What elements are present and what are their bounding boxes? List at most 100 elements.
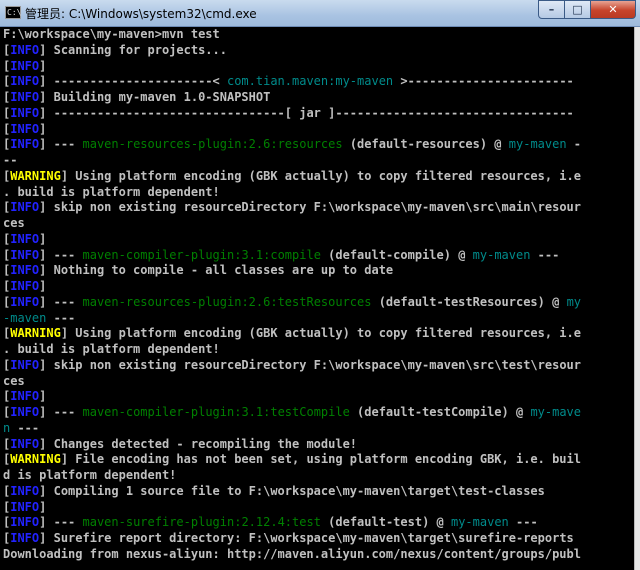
log-level-info: INFO — [10, 389, 40, 404]
console-line: [WARNING] Using platform encoding (GBK a… — [0, 169, 634, 185]
console-text: F:\workspace\my-maven>mvn test — [3, 27, 220, 41]
log-level-info: INFO — [10, 200, 40, 215]
console-line: [INFO] — [0, 122, 634, 138]
log-level-info: INFO — [10, 483, 40, 498]
console-line: [INFO] --- maven-compiler-plugin:3.1:com… — [0, 248, 634, 264]
artifact-name: my-maven — [450, 515, 509, 530]
log-level-info: INFO — [10, 121, 40, 136]
window-controls: – □ ✕ — [538, 0, 636, 19]
console-text: ces — [3, 216, 25, 230]
log-level-info: INFO — [10, 405, 40, 419]
log-level-info: INFO — [10, 74, 40, 89]
console-line: d is platform dependent! — [0, 468, 634, 484]
console-text: - — [566, 137, 582, 152]
log-level-info: INFO — [10, 137, 40, 152]
console-line: [INFO] — [0, 500, 634, 516]
console-text: ] — [39, 389, 47, 404]
log-level-warning: WARNING — [10, 168, 61, 183]
console-text: ] File encoding has not been set, using … — [60, 452, 581, 467]
console-line: -- — [0, 153, 634, 169]
log-level-info: INFO — [10, 58, 40, 73]
log-level-warning: WARNING — [10, 326, 61, 341]
console-line: [INFO] — [0, 279, 634, 295]
console-line: [INFO] — [0, 389, 634, 405]
console-text: (default-testCompile) @ — [349, 405, 531, 419]
console-text: ] --- — [39, 294, 83, 309]
artifact-name: my-maven — [472, 247, 531, 262]
log-level-info: INFO — [10, 105, 40, 120]
console-text: ] Building my-maven 1.0-SNAPSHOT — [39, 90, 271, 104]
console-text: ] — [39, 499, 47, 514]
console-line: F:\workspace\my-maven>mvn test — [0, 27, 634, 43]
console-text: ] --- — [39, 515, 83, 530]
console-text: ] Compiling 1 source file to F:\workspac… — [39, 483, 545, 498]
artifact-name: my-maven — [508, 137, 567, 152]
console-line: ces — [0, 216, 634, 232]
console-text: >----------------------- — [393, 74, 574, 89]
console-line: [INFO] Nothing to compile - all classes … — [0, 263, 634, 279]
log-level-info: INFO — [10, 294, 40, 309]
console-text: -- — [3, 153, 18, 167]
console-line: [INFO] — [0, 59, 634, 75]
console-text: ] — [39, 231, 47, 246]
console-text: ] --- — [39, 405, 83, 419]
console-line: [INFO] Scanning for projects... — [0, 43, 634, 59]
log-level-info: INFO — [10, 515, 40, 530]
console-line: [INFO] Surefire report directory: F:\wor… — [0, 531, 634, 547]
console-text: --- — [508, 515, 538, 530]
plugin-goal: maven-surefire-plugin:2.12.4:test — [82, 515, 321, 530]
console-text: (default-testResources) @ — [371, 294, 567, 309]
console-text: ] skip non existing resourceDirectory F:… — [39, 200, 581, 215]
console-text: ] skip non existing resourceDirectory F:… — [39, 357, 581, 372]
console-line: [INFO] --------------------------------[… — [0, 106, 634, 122]
console-line: . build is platform dependent! — [0, 185, 634, 201]
artifact-name: com.tian.maven:my-maven — [226, 74, 394, 89]
console-text: --- — [530, 247, 560, 262]
console-text: ] Nothing to compile - all classes are u… — [39, 263, 394, 278]
log-level-info: INFO — [10, 499, 40, 514]
minimize-button[interactable]: – — [538, 0, 565, 19]
console-line: ces — [0, 374, 634, 390]
console-text: . build is platform dependent! — [3, 342, 220, 356]
maximize-button[interactable]: □ — [565, 0, 591, 19]
log-level-info: INFO — [10, 436, 40, 451]
plugin-goal: maven-resources-plugin:2.6:testResources — [82, 294, 372, 309]
console-line: [INFO] Changes detected - recompiling th… — [0, 437, 634, 453]
close-button[interactable]: ✕ — [591, 0, 636, 19]
console-text: ] Using platform encoding (GBK actually)… — [60, 168, 581, 183]
console-line: [INFO] Compiling 1 source file to F:\wor… — [0, 484, 634, 500]
vertical-scrollbar[interactable] — [634, 27, 640, 570]
console-line: [INFO] --- maven-compiler-plugin:3.1:tes… — [0, 405, 634, 421]
console-line: -maven --- — [0, 311, 634, 327]
console-text: ] — [39, 279, 47, 293]
artifact-name: my-mave — [530, 405, 582, 419]
console-line: n --- — [0, 421, 634, 437]
console-line: [INFO] --- maven-surefire-plugin:2.12.4:… — [0, 515, 634, 531]
plugin-goal: maven-resources-plugin:2.6:resources — [82, 137, 343, 152]
log-level-info: INFO — [10, 42, 40, 57]
plugin-goal: maven-compiler-plugin:3.1:compile — [82, 247, 321, 262]
log-level-info: INFO — [10, 531, 40, 545]
console-text: --- — [10, 420, 40, 435]
console-output[interactable]: F:\workspace\my-maven>mvn test [INFO] Sca… — [0, 27, 634, 570]
console-text: ] Changes detected - recompiling the mod… — [39, 436, 358, 451]
console-line: [WARNING] Using platform encoding (GBK a… — [0, 326, 634, 342]
console-text: --- — [46, 310, 76, 325]
console-line: [INFO] ----------------------< com.tian.… — [0, 74, 634, 90]
plugin-goal: maven-compiler-plugin:3.1:testCompile — [82, 405, 350, 419]
log-level-info: INFO — [10, 90, 40, 104]
console-line: [WARNING] File encoding has not been set… — [0, 452, 634, 468]
log-level-info: INFO — [10, 263, 40, 278]
console-text: ] Scanning for projects... — [39, 42, 227, 57]
console-line: Downloading from nexus-aliyun: http://ma… — [0, 547, 634, 563]
console-line: [INFO] Building my-maven 1.0-SNAPSHOT — [0, 90, 634, 106]
console-text: ] — [39, 58, 47, 73]
window-title: 管理员: C:\Windows\system32\cmd.exe — [25, 7, 257, 21]
cmd-icon[interactable]: C:\ — [5, 6, 21, 19]
log-level-info: INFO — [10, 357, 40, 372]
console-text: ] ----------------------< — [39, 74, 227, 89]
artifact-name: -maven — [3, 310, 47, 325]
title-bar[interactable]: C:\ 管理员: C:\Windows\system32\cmd.exe – □… — [0, 0, 640, 27]
console-line: [INFO] — [0, 232, 634, 248]
console-text: ] Using platform encoding (GBK actually)… — [60, 326, 581, 341]
